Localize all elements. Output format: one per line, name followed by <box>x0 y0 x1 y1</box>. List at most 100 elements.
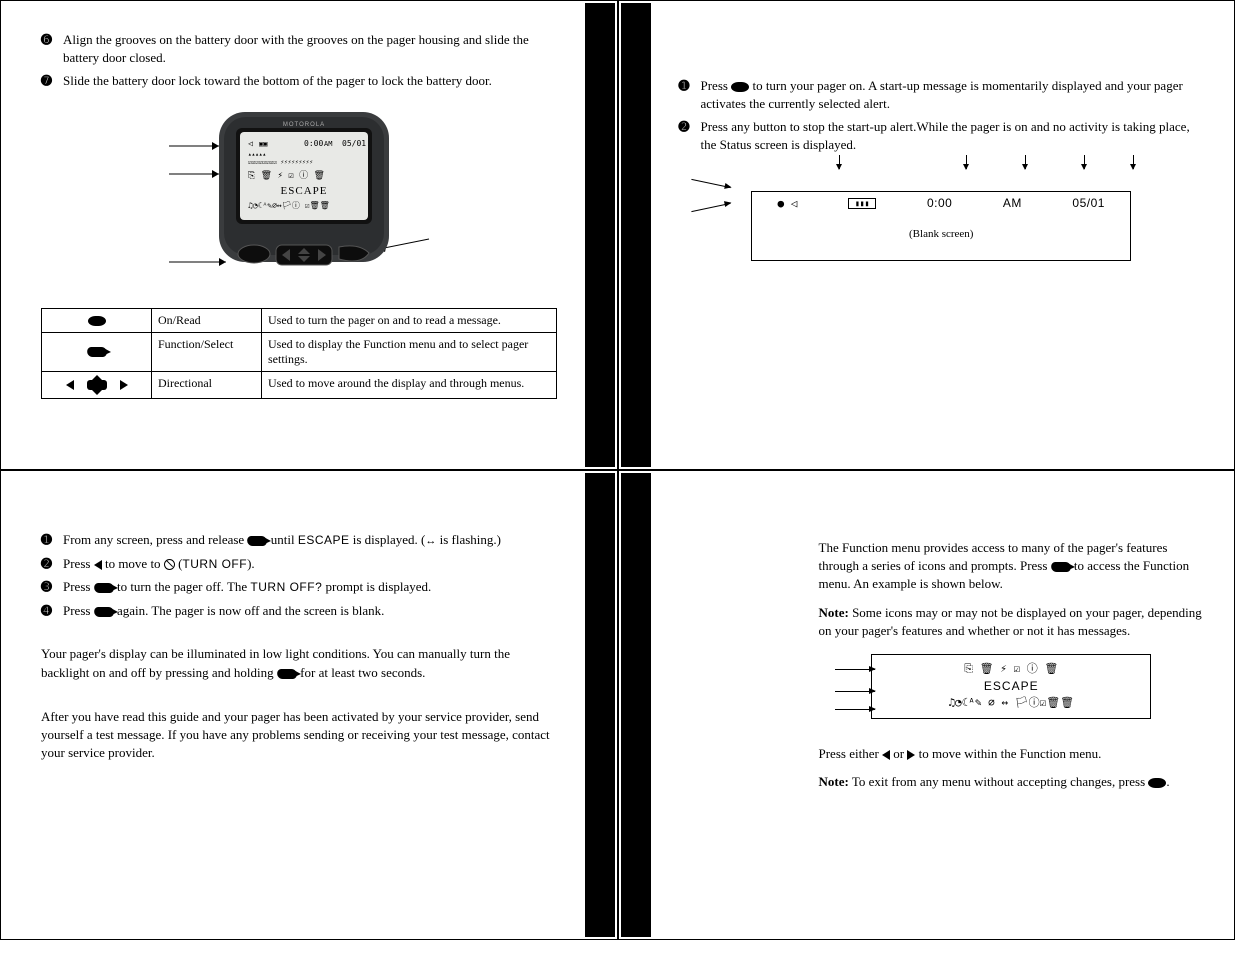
status-screen-diagram: ● ◁ ▮▮▮ 0:00 AM 05/01 (Blank screen) <box>751 173 1131 261</box>
step-number-7: ➐ <box>41 72 52 90</box>
battery-icon: ▮▮▮ <box>848 198 876 209</box>
button-desc: Used to move around the display and thro… <box>262 371 557 398</box>
panel-bottom-right: The Function menu provides access to man… <box>618 470 1235 940</box>
right-triangle-icon <box>120 380 128 390</box>
battery-steps: ➏ Align the grooves on the battery door … <box>41 31 557 90</box>
step-number-2: ➋ <box>41 555 52 573</box>
step-item: ➐ Slide the battery door lock toward the… <box>63 72 557 90</box>
on-read-icon-cell <box>42 308 152 332</box>
function-select-button-icon <box>93 583 115 593</box>
brand-label: MOTOROLA <box>283 122 325 128</box>
status-date: 05/01 <box>1072 196 1105 210</box>
pointer-arrow <box>692 179 731 188</box>
note-label: Note: <box>819 605 849 620</box>
status-icon-row: ● ◁ ▮▮▮ 0:00 AM 05/01 <box>752 196 1130 210</box>
step-number-2: ➋ <box>679 118 690 136</box>
oval-button-icon <box>88 316 106 326</box>
panel-top-left: ➏ Align the grooves on the battery door … <box>0 0 618 470</box>
function-select-button-icon <box>247 536 269 546</box>
power-on-steps: ➊ Press to turn your pager on. A start-u… <box>679 77 1205 153</box>
function-select-button-icon <box>276 669 298 679</box>
step-text-post: to turn your pager on. A start-up messag… <box>701 78 1183 111</box>
status-screen-box: ● ◁ ▮▮▮ 0:00 AM 05/01 (Blank screen) <box>751 191 1131 261</box>
pager-svg: MOTOROLA ◁ ▣▣ 0:00 AM 05/01 ▴▴▴▴▴ ☑☑☑☑☑☑… <box>164 104 434 294</box>
down-arrow-icon <box>1084 155 1085 169</box>
button-desc: Used to turn the pager on and to read a … <box>262 308 557 332</box>
pointer-arrow <box>835 682 875 700</box>
table-row: On/Read Used to turn the pager on and to… <box>42 308 557 332</box>
left-triangle-icon <box>66 380 74 390</box>
function-select-button-icon <box>86 347 108 357</box>
status-time: 0:00 <box>927 196 952 210</box>
spine-strip <box>585 3 615 467</box>
down-arrow-icon <box>1133 155 1134 169</box>
step-item: ➏ Align the grooves on the battery door … <box>63 31 557 66</box>
backlight-paragraph: Your pager's display can be illuminated … <box>41 645 557 681</box>
step-number-1: ➊ <box>41 531 52 549</box>
lcd-date: 05/01 <box>342 139 366 148</box>
down-arrow-icon <box>839 155 840 169</box>
pointer-arrow <box>835 660 875 678</box>
left-triangle-icon <box>94 560 102 570</box>
svg-text:◁: ◁ <box>248 139 253 148</box>
left-triangle-icon <box>882 750 890 760</box>
step-number-4: ➍ <box>41 602 52 620</box>
button-name: Function/Select <box>152 332 262 371</box>
blank-screen-label: (Blank screen) <box>752 228 1130 240</box>
pointer-arrow <box>692 203 731 212</box>
svg-text:♫◔☾ᴬ✎⌀↔🏳ⓘ ☑🗑🗑: ♫◔☾ᴬ✎⌀↔🏳ⓘ ☑🗑🗑 <box>248 201 330 210</box>
spine-strip <box>585 473 615 937</box>
lcd-word-escape: ESCAPE <box>298 533 350 547</box>
pointer-arrow <box>835 700 875 718</box>
navigate-paragraph: Press either or to move within the Funct… <box>819 745 1205 763</box>
step-item: ➋ Press to move to (TURN OFF). <box>63 555 557 573</box>
svg-text:⎘ 🗑 ⚡ ☑ ⓘ 🗑: ⎘ 🗑 ⚡ ☑ ⓘ 🗑 <box>248 170 325 181</box>
step-item: ➌ Press to turn the pager off. The TURN … <box>63 578 557 596</box>
button-desc: Used to display the Function menu and to… <box>262 332 557 371</box>
function-menu-row-1: ⎘ 🗑 ⚡ ☑ ⓘ 🗑 <box>876 661 1146 678</box>
note-paragraph: Note: Some icons may or may not be displ… <box>819 604 1205 640</box>
lcd-escape: ESCAPE <box>280 185 327 197</box>
oval-button-icon <box>1148 778 1166 788</box>
step-item: ➊ From any screen, press and release unt… <box>63 531 557 549</box>
function-menu-escape: ESCAPE <box>876 677 1146 695</box>
function-menu-intro: The Function menu provides access to man… <box>819 539 1205 594</box>
svg-text:☑☑☑☑☑☑☑☑ ⚡⚡⚡⚡⚡⚡⚡⚡⚡: ☑☑☑☑☑☑☑☑ ⚡⚡⚡⚡⚡⚡⚡⚡⚡ <box>248 159 313 166</box>
table-row: Function/Select Used to display the Func… <box>42 332 557 371</box>
spine-strip <box>621 3 651 467</box>
test-message-paragraph: After you have read this guide and your … <box>41 708 557 763</box>
down-arrow-icon <box>1025 155 1026 169</box>
step-text: Slide the battery door lock toward the b… <box>63 73 492 88</box>
step-number-1: ➊ <box>679 77 690 95</box>
step-text: Press any button to stop the start-up al… <box>701 119 1190 152</box>
function-menu-row-3: ♫◔☾ᴬ✎ ⌀ ↔ 🏳ⓘ☑🗑🗑 <box>876 695 1146 712</box>
table-row: Directional Used to move around the disp… <box>42 371 557 398</box>
lcd-word-turnoff-q: TURN OFF? <box>250 580 322 594</box>
step-item: ➊ Press to turn your pager on. A start-u… <box>701 77 1205 112</box>
status-ampm: AM <box>1003 196 1022 210</box>
panel-top-right: ➊ Press to turn your pager on. A start-u… <box>618 0 1235 470</box>
power-off-steps: ➊ From any screen, press and release unt… <box>41 531 557 619</box>
step-text: Align the grooves on the battery door wi… <box>63 32 529 65</box>
button-reference-table: On/Read Used to turn the pager on and to… <box>41 308 557 399</box>
step-text-pre: Press <box>701 78 732 93</box>
directional-cluster-icon <box>80 376 114 394</box>
svg-text:▴▴▴▴▴: ▴▴▴▴▴ <box>248 151 266 158</box>
double-arrow-icon: ↔ <box>425 535 436 547</box>
spine-strip <box>621 473 651 937</box>
lcd-time: 0:00 <box>304 139 323 148</box>
step-number-6: ➏ <box>41 31 52 49</box>
page-grid: ➏ Align the grooves on the battery door … <box>0 0 1235 940</box>
button-name: On/Read <box>152 308 262 332</box>
step-number-3: ➌ <box>41 578 52 596</box>
function-select-button-icon <box>1050 562 1072 572</box>
note-label: Note: <box>819 774 849 789</box>
directional-icon-cell <box>42 371 152 398</box>
pager-device-illustration: MOTOROLA ◁ ▣▣ 0:00 AM 05/01 ▴▴▴▴▴ ☑☑☑☑☑☑… <box>41 104 557 298</box>
lcd-word-turnoff: TURN OFF <box>182 557 247 571</box>
panel-bottom-left: ➊ From any screen, press and release unt… <box>0 470 618 940</box>
step-item: ➋ Press any button to stop the start-up … <box>701 118 1205 153</box>
lcd-ampm: AM <box>324 140 332 148</box>
function-select-icon-cell <box>42 332 152 371</box>
turn-off-icon <box>164 559 175 570</box>
